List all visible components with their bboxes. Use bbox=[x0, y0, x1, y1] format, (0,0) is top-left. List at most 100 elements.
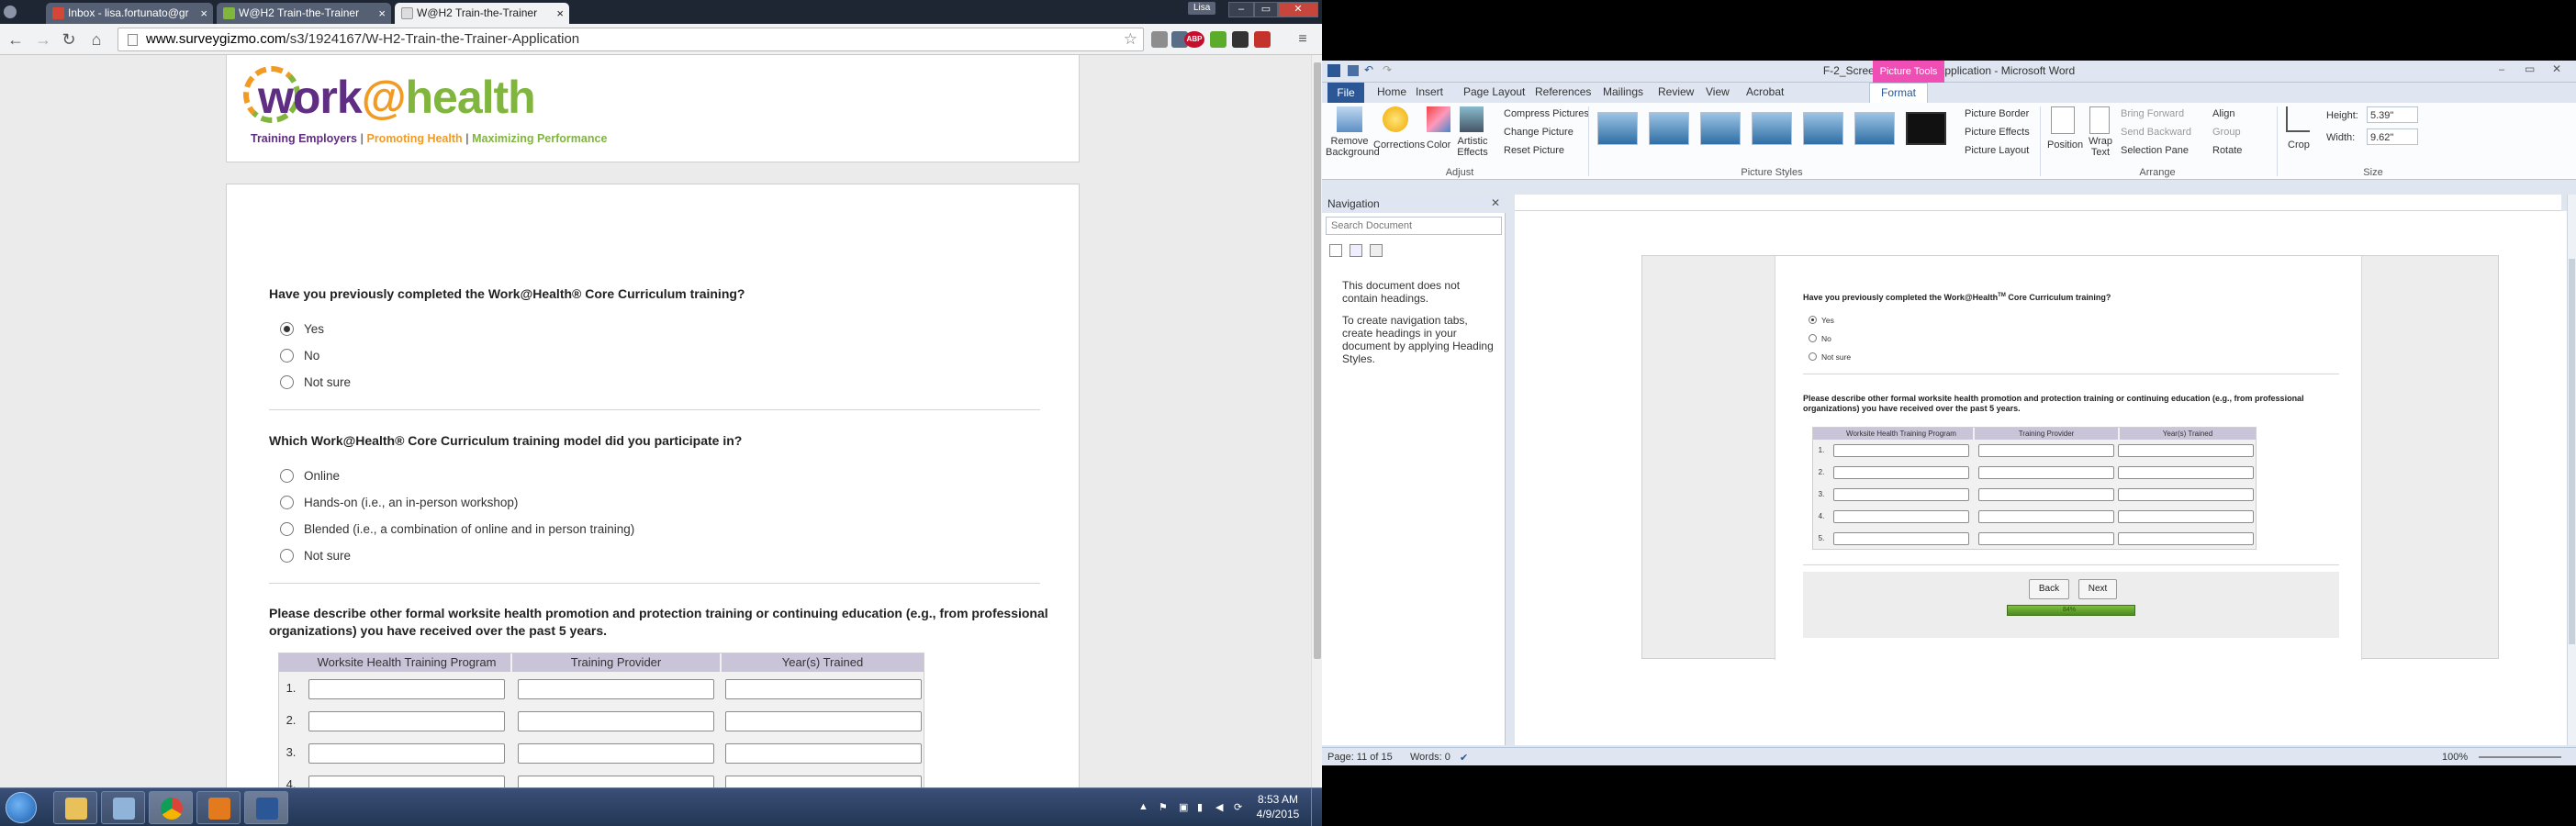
headings-view-icon[interactable] bbox=[1329, 244, 1342, 257]
width-input[interactable]: 9.62" bbox=[2367, 128, 2418, 145]
flag-icon[interactable]: ⚑ bbox=[1159, 801, 1171, 813]
back-arrow-icon[interactable]: ← bbox=[6, 29, 26, 50]
provider-input-1[interactable] bbox=[518, 679, 714, 699]
radio[interactable] bbox=[280, 522, 294, 536]
reset-picture-button[interactable]: Reset Picture bbox=[1504, 145, 1564, 156]
minimize-button[interactable]: – bbox=[2499, 64, 2504, 75]
chrome-menu-icon[interactable] bbox=[4, 6, 17, 18]
tab-view[interactable]: View bbox=[1706, 85, 1730, 98]
year-input-4[interactable] bbox=[725, 776, 922, 787]
radio[interactable] bbox=[280, 549, 294, 563]
corrections-button[interactable]: Corrections bbox=[1373, 140, 1425, 151]
tab-insert[interactable]: Insert bbox=[1416, 85, 1443, 98]
address-bar[interactable]: www.surveygizmo.com/s3/1924167/W-H2-Trai… bbox=[118, 28, 1144, 51]
restore-button[interactable]: ▭ bbox=[1254, 2, 1278, 17]
volume-icon[interactable]: ◀ bbox=[1215, 801, 1228, 813]
tab-survey-active[interactable]: W@H2 Train-the-Trainer × bbox=[395, 3, 569, 24]
tab-format[interactable]: Format bbox=[1869, 83, 1928, 103]
scrollbar-thumb[interactable] bbox=[2569, 259, 2575, 644]
program-input-4[interactable] bbox=[308, 776, 505, 787]
year-input-3[interactable] bbox=[725, 743, 922, 764]
bring-forward-button[interactable]: Bring Forward bbox=[2121, 108, 2184, 119]
close-pane-icon[interactable]: ✕ bbox=[1491, 196, 1500, 209]
radio[interactable] bbox=[280, 375, 294, 389]
reload-icon[interactable]: ↻ bbox=[59, 29, 79, 50]
taskbar-word[interactable] bbox=[244, 791, 288, 824]
artistic-effects-button[interactable]: Artistic Effects bbox=[1454, 136, 1491, 158]
program-input-3[interactable] bbox=[308, 743, 505, 764]
zoom-slider[interactable] bbox=[2479, 756, 2561, 758]
pages-view-icon[interactable] bbox=[1350, 244, 1362, 257]
proofing-icon[interactable]: ✔ bbox=[1460, 752, 1468, 764]
selection-pane-button[interactable]: Selection Pane bbox=[2121, 145, 2189, 156]
taskbar-outlook[interactable] bbox=[196, 791, 241, 824]
page-scrollbar[interactable] bbox=[1311, 55, 1322, 787]
document-scrollbar[interactable] bbox=[2567, 195, 2576, 745]
tab-references[interactable]: References bbox=[1535, 85, 1591, 98]
radio[interactable] bbox=[280, 496, 294, 509]
picture-style-7[interactable] bbox=[1906, 112, 1946, 145]
height-input[interactable]: 5.39" bbox=[2367, 106, 2418, 123]
bookmark-star-icon[interactable]: ☆ bbox=[1124, 28, 1137, 50]
evernote-icon[interactable] bbox=[1210, 31, 1226, 48]
picture-style-4[interactable] bbox=[1752, 112, 1792, 145]
close-tab-icon[interactable]: × bbox=[378, 3, 386, 24]
change-picture-button[interactable]: Change Picture bbox=[1504, 127, 1574, 138]
profile-badge[interactable]: Lisa bbox=[1188, 2, 1216, 15]
crop-button[interactable]: Crop bbox=[2288, 140, 2310, 151]
program-input-1[interactable] bbox=[308, 679, 505, 699]
color-button[interactable]: Color bbox=[1427, 140, 1450, 151]
taskbar-explorer[interactable] bbox=[53, 791, 97, 824]
picture-style-5[interactable] bbox=[1803, 112, 1843, 145]
home-icon[interactable]: ⌂ bbox=[86, 29, 106, 50]
radio[interactable] bbox=[280, 469, 294, 483]
radio-selected[interactable] bbox=[280, 322, 294, 336]
tray-app-icon[interactable]: ▣ bbox=[1179, 801, 1192, 813]
restore-button[interactable]: ▭ bbox=[2525, 62, 2535, 75]
taskbar-chrome[interactable] bbox=[149, 791, 193, 824]
align-button[interactable]: Align bbox=[2212, 108, 2234, 119]
taskbar-clock[interactable]: 8:53 AM 4/9/2015 bbox=[1250, 792, 1305, 821]
send-backward-button[interactable]: Send Backward bbox=[2121, 127, 2191, 138]
rotate-button[interactable]: Rotate bbox=[2212, 145, 2242, 156]
picture-style-1[interactable] bbox=[1597, 112, 1638, 145]
start-button[interactable] bbox=[6, 792, 37, 823]
picture-style-2[interactable] bbox=[1649, 112, 1689, 145]
minimize-button[interactable]: – bbox=[1228, 2, 1254, 17]
tab-mailings[interactable]: Mailings bbox=[1603, 85, 1643, 98]
zoom-level[interactable]: 100% bbox=[2442, 752, 2468, 763]
close-tab-icon[interactable]: × bbox=[200, 3, 207, 24]
tab-gmail[interactable]: Inbox - lisa.fortunato@gr × bbox=[46, 3, 213, 24]
radio[interactable] bbox=[280, 349, 294, 363]
picture-effects-button[interactable]: Picture Effects bbox=[1965, 127, 2030, 138]
show-desktop-button[interactable] bbox=[1311, 788, 1322, 826]
remove-background-button[interactable]: Remove Background bbox=[1326, 136, 1380, 158]
provider-input-2[interactable] bbox=[518, 711, 714, 731]
tab-home[interactable]: Home bbox=[1377, 85, 1406, 98]
navigation-search-input[interactable]: Search Document bbox=[1326, 217, 1502, 235]
provider-input-3[interactable] bbox=[518, 743, 714, 764]
close-tab-icon[interactable]: × bbox=[556, 3, 564, 24]
results-view-icon[interactable] bbox=[1370, 244, 1383, 257]
cast-icon[interactable] bbox=[1151, 31, 1168, 48]
provider-input-4[interactable] bbox=[518, 776, 714, 787]
picture-layout-button[interactable]: Picture Layout bbox=[1965, 145, 2029, 156]
group-button[interactable]: Group bbox=[2212, 127, 2241, 138]
taskbar-calculator[interactable] bbox=[101, 791, 145, 824]
tab-review[interactable]: Review bbox=[1658, 85, 1694, 98]
picture-border-button[interactable]: Picture Border bbox=[1965, 108, 2029, 119]
abp-icon[interactable]: ABP bbox=[1184, 31, 1204, 48]
position-button[interactable]: Position bbox=[2047, 140, 2083, 151]
extension-icon-2[interactable] bbox=[1232, 31, 1249, 48]
close-button[interactable]: ✕ bbox=[1278, 2, 1318, 17]
picture-style-6[interactable] bbox=[1854, 112, 1895, 145]
sync-icon[interactable]: ⟳ bbox=[1234, 801, 1247, 813]
tab-file[interactable]: File bbox=[1327, 83, 1364, 103]
wrap-text-button[interactable]: Wrap Text bbox=[2088, 136, 2113, 158]
year-input-1[interactable] bbox=[725, 679, 922, 699]
embedded-screenshot[interactable]: Have you previously completed the Work@H… bbox=[1641, 255, 2499, 660]
menu-icon[interactable]: ≡ bbox=[1294, 31, 1311, 48]
extension-icon-3[interactable] bbox=[1254, 31, 1271, 48]
tab-page-layout[interactable]: Page Layout bbox=[1463, 85, 1525, 98]
program-input-2[interactable] bbox=[308, 711, 505, 731]
